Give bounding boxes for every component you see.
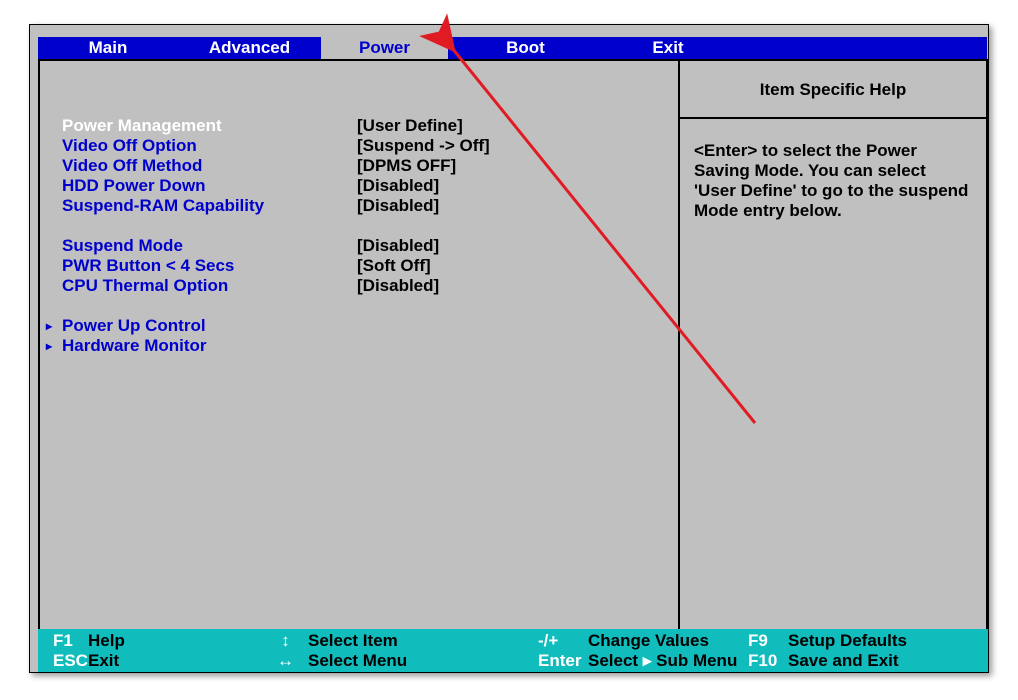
tab-advanced[interactable]: Advanced (178, 37, 321, 59)
setting-suspend-ram[interactable]: Suspend-RAM Capability [Disabled] (62, 196, 662, 216)
legend-row-2: ESC Exit ↔ Select Menu Enter Select ▸ Su… (38, 650, 988, 671)
setting-label: CPU Thermal Option (62, 276, 357, 296)
key-esc: ESC (53, 650, 88, 671)
key-f10: F10 (748, 650, 788, 671)
key-plusminus: -/+ (538, 630, 588, 650)
key-enter-label: Select ▸ Sub Menu (588, 650, 748, 671)
help-panel: Item Specific Help <Enter> to select the… (678, 61, 986, 629)
setting-cpu-thermal[interactable]: CPU Thermal Option [Disabled] (62, 276, 662, 296)
content-area: Power Management [User Define] Video Off… (38, 59, 988, 631)
setting-value: [Disabled] (357, 196, 439, 216)
tab-exit[interactable]: Exit (603, 37, 733, 59)
setting-pwr-button[interactable]: PWR Button < 4 Secs [Soft Off] (62, 256, 662, 276)
setting-label: Suspend-RAM Capability (62, 196, 357, 216)
key-f10-label: Save and Exit (788, 650, 988, 671)
settings-list: Power Management [User Define] Video Off… (62, 116, 662, 356)
setting-label: HDD Power Down (62, 176, 357, 196)
help-title: Item Specific Help (680, 61, 986, 119)
setting-label: Video Off Option (62, 136, 357, 156)
tab-power[interactable]: Power (321, 37, 448, 59)
setting-label: PWR Button < 4 Secs (62, 256, 357, 276)
submenu-arrow-icon: ▸ (643, 651, 652, 670)
setting-value: [DPMS OFF] (357, 156, 456, 176)
key-f1-label: Help (88, 630, 263, 650)
setting-label: Video Off Method (62, 156, 357, 176)
submenu-label: Power Up Control (62, 316, 357, 336)
setting-video-off-method[interactable]: Video Off Method [DPMS OFF] (62, 156, 662, 176)
setting-label: Suspend Mode (62, 236, 357, 256)
setting-hdd-power-down[interactable]: HDD Power Down [Disabled] (62, 176, 662, 196)
setting-value: [Disabled] (357, 276, 439, 296)
key-esc-label: Exit (88, 650, 263, 671)
setting-value: [Disabled] (357, 176, 439, 196)
tab-boot[interactable]: Boot (448, 37, 603, 59)
key-enter-submenu: Sub Menu (656, 651, 737, 670)
key-updown-label: Select Item (308, 630, 538, 650)
spacer (62, 216, 662, 236)
submenu-hardware-monitor[interactable]: ▸ Hardware Monitor (62, 336, 662, 356)
key-legend: F1 Help ↕ Select Item -/+ Change Values … (38, 629, 988, 672)
setting-value: [User Define] (357, 116, 463, 136)
key-updown-icon: ↕ (263, 630, 308, 650)
setting-value: [Suspend -> Off] (357, 136, 490, 156)
submenu-label: Hardware Monitor (62, 336, 357, 356)
tab-main[interactable]: Main (38, 37, 178, 59)
key-leftright-icon: ↔ (263, 650, 308, 671)
setting-suspend-mode[interactable]: Suspend Mode [Disabled] (62, 236, 662, 256)
setting-value: [Soft Off] (357, 256, 431, 276)
key-f1: F1 (53, 630, 88, 650)
legend-row-1: F1 Help ↕ Select Item -/+ Change Values … (38, 629, 988, 650)
key-f9-label: Setup Defaults (788, 630, 988, 650)
bios-window: Main Advanced Power Boot Exit Power Mana… (29, 24, 989, 673)
tab-bar: Main Advanced Power Boot Exit (38, 37, 987, 59)
key-enter-select: Select (588, 651, 638, 670)
key-f9: F9 (748, 630, 788, 650)
spacer (62, 296, 662, 316)
key-enter: Enter (538, 650, 588, 671)
key-plusminus-label: Change Values (588, 630, 748, 650)
setting-label: Power Management (62, 116, 357, 136)
setting-video-off-option[interactable]: Video Off Option [Suspend -> Off] (62, 136, 662, 156)
key-leftright-label: Select Menu (308, 650, 538, 671)
submenu-power-up-control[interactable]: ▸ Power Up Control (62, 316, 662, 336)
help-body: <Enter> to select the Power Saving Mode.… (680, 119, 986, 221)
setting-power-management[interactable]: Power Management [User Define] (62, 116, 662, 136)
tab-spacer (733, 37, 987, 59)
setting-value: [Disabled] (357, 236, 439, 256)
